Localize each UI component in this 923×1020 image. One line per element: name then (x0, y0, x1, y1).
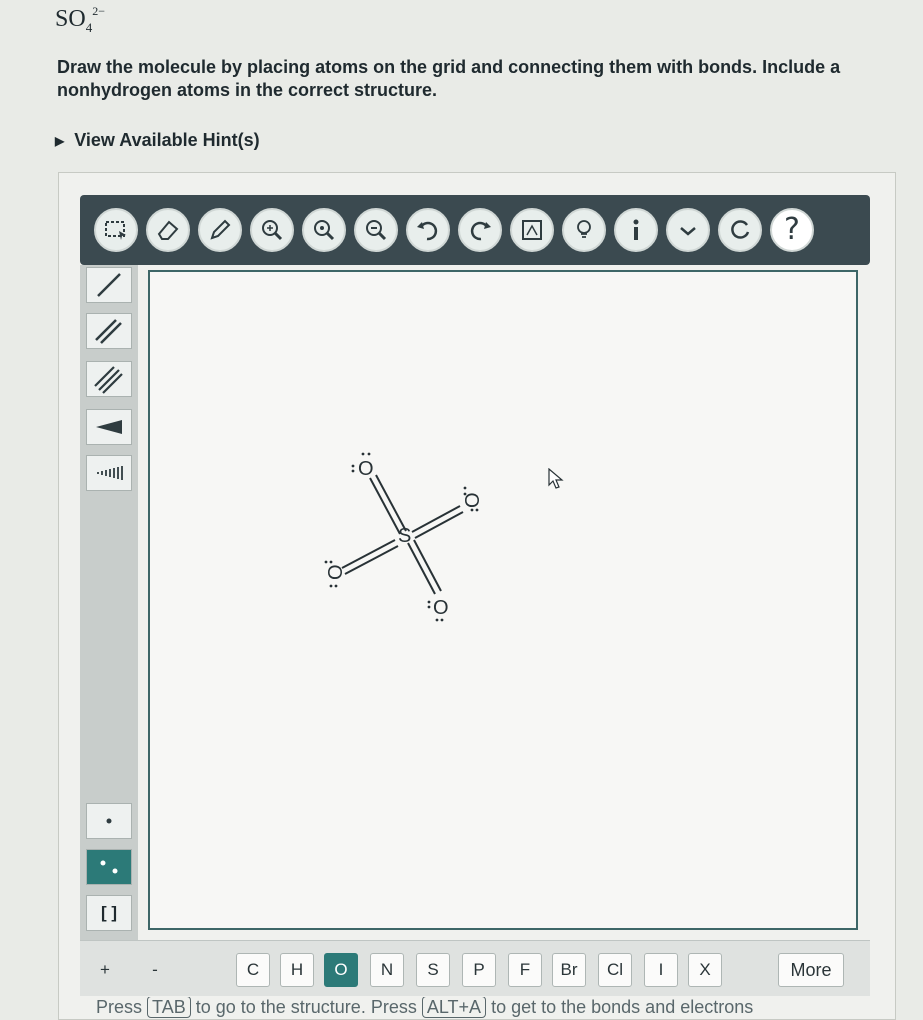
drawing-toolbar: ? (80, 195, 870, 265)
drawing-canvas[interactable]: S O O O O (148, 270, 858, 930)
redo-icon (470, 221, 491, 241)
bond-s-o-bottom-b (413, 539, 442, 592)
instructions-line-2: nonhydrogen atoms in the correct structu… (57, 80, 438, 100)
hint-label: View Available Hint(s) (74, 130, 260, 150)
element-f-button[interactable]: F (508, 953, 542, 987)
undo-button[interactable] (406, 208, 450, 252)
formula-charge: 2− (92, 4, 105, 18)
info-icon (633, 219, 639, 240)
wedge-bond-icon (96, 420, 122, 434)
footer-press: Press (96, 997, 143, 1017)
element-o-button[interactable]: O (324, 953, 358, 987)
template-icon (522, 220, 542, 240)
formula-base: SO (55, 6, 86, 32)
element-i-button[interactable]: I (644, 953, 678, 987)
lone-pair-icon (100, 860, 118, 874)
pencil-button[interactable] (198, 208, 242, 252)
redo-button[interactable] (458, 208, 502, 252)
pencil-icon (210, 219, 231, 240)
atom-o-bottom[interactable]: O (433, 597, 449, 619)
radical-button[interactable] (86, 803, 132, 839)
zoom-in-button[interactable] (302, 208, 346, 252)
lone-pair-button[interactable] (86, 849, 132, 885)
molecule-structure: S O O O O (324, 452, 484, 622)
help-button[interactable]: ? (770, 208, 814, 252)
triple-bond-icon (94, 366, 123, 394)
double-bond-icon (95, 319, 122, 344)
reset-button[interactable] (718, 208, 762, 252)
formula-title: SO42− (55, 4, 105, 36)
bracket-button[interactable]: [ ] (86, 895, 132, 931)
single-bond-button[interactable] (86, 267, 132, 303)
element-bar: + - C H O N S P F Br Cl I X More (80, 940, 870, 996)
element-br-button[interactable]: Br (552, 953, 586, 987)
wedge-bond-button[interactable] (86, 409, 132, 445)
footer-text-1: to go to the structure. Press (195, 997, 417, 1017)
zoom-in-icon (314, 220, 335, 241)
element-x-button[interactable]: X (688, 953, 722, 987)
bond-tools-sidebar: [ ] (80, 265, 138, 943)
zoom-out-button[interactable] (354, 208, 398, 252)
caret-right-icon: ▶ (55, 133, 65, 148)
bond-s-o-top-b (375, 474, 407, 532)
bond-s-o-right-a (411, 505, 461, 533)
footer-text-2: to get to the bonds and electrons (491, 997, 754, 1017)
bond-s-o-top-a (369, 477, 401, 535)
charge-plus-button[interactable]: + (88, 953, 122, 987)
select-button[interactable] (94, 208, 138, 252)
more-elements-button[interactable]: More (778, 953, 844, 987)
atom-o-left[interactable]: O (325, 564, 347, 580)
hash-bond-icon (97, 466, 123, 480)
triple-bond-button[interactable] (86, 361, 132, 397)
select-icon (105, 221, 126, 240)
element-p-button[interactable]: P (462, 953, 496, 987)
instructions-line-1: Draw the molecule by placing atoms on th… (57, 57, 841, 77)
zoom-fit-button[interactable] (250, 208, 294, 252)
reset-icon (731, 220, 750, 239)
lightbulb-icon (577, 220, 591, 238)
keyboard-help-text: Press TAB to go to the structure. Press … (96, 997, 923, 1018)
bracket-icon: [ ] (100, 903, 118, 922)
element-s-button[interactable]: S (416, 953, 450, 987)
check-button[interactable] (666, 208, 710, 252)
zoom-fit-icon (262, 220, 283, 241)
zoom-out-icon (366, 220, 387, 241)
help-icon: ? (784, 212, 800, 247)
element-c-button[interactable]: C (236, 953, 270, 987)
view-hints-toggle[interactable]: ▶ View Available Hint(s) (55, 130, 260, 151)
element-cl-button[interactable]: Cl (598, 953, 632, 987)
eraser-icon (157, 220, 179, 240)
bond-s-o-right-b (414, 511, 464, 539)
radical-icon (106, 818, 112, 824)
info-button[interactable] (614, 208, 658, 252)
bond-s-o-bottom-a (407, 542, 436, 595)
element-n-button[interactable]: N (370, 953, 404, 987)
tab-key: TAB (147, 997, 191, 1018)
undo-icon (417, 221, 438, 241)
eraser-button[interactable] (146, 208, 190, 252)
hash-bond-button[interactable] (86, 455, 132, 491)
double-bond-button[interactable] (86, 313, 132, 349)
charge-minus-button[interactable]: - (138, 953, 172, 987)
mouse-pointer-icon (548, 468, 564, 489)
element-h-button[interactable]: H (280, 953, 314, 987)
lightbulb-button[interactable] (562, 208, 606, 252)
instructions: Draw the molecule by placing atoms on th… (57, 56, 923, 102)
bond-s-o-left-a (341, 539, 396, 569)
template-button[interactable] (510, 208, 554, 252)
atom-s[interactable]: S (398, 525, 411, 547)
check-icon (680, 227, 696, 236)
alt-a-key: ALT+A (421, 997, 487, 1018)
bond-s-o-left-b (344, 545, 399, 575)
single-bond-icon (97, 273, 121, 297)
formula-subscript: 4 (85, 19, 93, 35)
atom-o-top[interactable]: O (358, 458, 374, 480)
